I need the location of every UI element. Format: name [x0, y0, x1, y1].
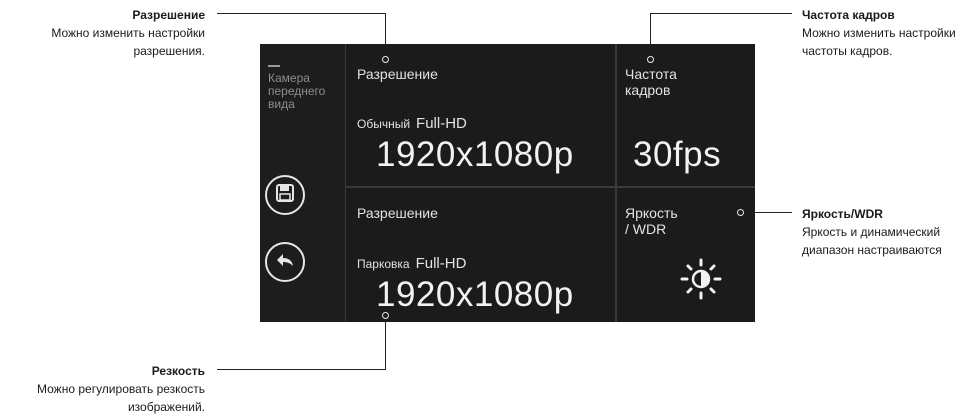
- parking-quality-label: Full-HD: [415, 255, 467, 272]
- callout-resolution-desc-2: разрешения.: [133, 44, 205, 58]
- parking-resolution-value: 1920x1080p: [376, 275, 574, 314]
- callout-resolution-title: Разрешение: [132, 8, 205, 22]
- leader-dot-resolution: [382, 56, 389, 63]
- frame-rate-label-2: кадров: [625, 82, 671, 98]
- back-button[interactable]: [265, 242, 305, 282]
- normal-resolution-label: Разрешение: [357, 66, 438, 82]
- back-arrow-icon: [276, 252, 294, 273]
- callout-sharpness-desc-1: Можно регулировать резкость: [37, 382, 205, 396]
- normal-quality-label: Full-HD: [416, 115, 467, 132]
- sidebar: Камера переднего вида: [260, 44, 346, 322]
- callout-frame-rate-title: Частота кадров: [802, 8, 895, 22]
- cell-parking-resolution[interactable]: Разрешение Парковка Full-HD 1920x1080p: [346, 188, 615, 322]
- callout-frame-rate: Частота кадров Можно изменить настройки …: [802, 6, 980, 60]
- menu-dash: [268, 65, 280, 67]
- callout-brightness-desc-2: диапазон настраиваются: [802, 243, 942, 257]
- brightness-label-1: Яркость: [625, 205, 678, 221]
- save-icon: [276, 183, 294, 207]
- frame-rate-label: Частота кадров: [625, 66, 677, 98]
- callout-sharpness-title: Резкость: [151, 364, 205, 378]
- leader-sharpness-v: [385, 316, 386, 369]
- parking-resolution-label: Разрешение: [357, 205, 438, 221]
- leader-resolution-h: [217, 13, 385, 14]
- frame-rate-value: 30fps: [633, 135, 722, 174]
- save-button[interactable]: [265, 175, 305, 215]
- cell-brightness[interactable]: Яркость / WDR: [617, 188, 755, 322]
- normal-mode: Обычный Full-HD: [357, 115, 467, 132]
- callout-resolution: Разрешение Можно изменить настройки разр…: [0, 6, 205, 60]
- leader-frame-rate-h: [650, 13, 792, 14]
- callout-brightness-title: Яркость/WDR: [802, 207, 883, 221]
- cell-normal-resolution[interactable]: Разрешение Обычный Full-HD 1920x1080p: [346, 44, 615, 186]
- callout-frame-rate-desc-1: Можно изменить настройки: [802, 26, 956, 40]
- settings-screen: Камера переднего вида Разрешение Обычный: [260, 44, 755, 322]
- brightness-label: Яркость / WDR: [625, 205, 678, 237]
- camera-label: Камера переднего вида: [268, 71, 326, 111]
- callout-brightness: Яркость/WDR Яркость и динамический диапа…: [802, 205, 980, 259]
- leader-sharpness-h: [217, 369, 386, 370]
- callout-frame-rate-desc-2: частоты кадров.: [802, 44, 893, 58]
- callout-sharpness-desc-2: изображений.: [127, 400, 205, 414]
- callout-sharpness: Резкость Можно регулировать резкость изо…: [0, 362, 205, 416]
- leader-dot-sharpness: [382, 312, 389, 319]
- leader-dot-frame-rate: [647, 56, 654, 63]
- brightness-icon: [680, 258, 722, 305]
- parking-mode: Парковка Full-HD: [357, 255, 466, 272]
- cell-frame-rate[interactable]: Частота кадров 30fps: [617, 44, 755, 186]
- callout-resolution-desc-1: Можно изменить настройки: [51, 26, 205, 40]
- leader-dot-brightness: [737, 209, 744, 216]
- parking-mode-label: Парковка: [357, 257, 410, 271]
- callout-brightness-desc-1: Яркость и динамический: [802, 225, 941, 239]
- normal-resolution-value: 1920x1080p: [376, 135, 574, 174]
- brightness-label-2: / WDR: [625, 221, 667, 237]
- frame-rate-label-1: Частота: [625, 66, 677, 82]
- normal-mode-label: Обычный: [357, 117, 411, 131]
